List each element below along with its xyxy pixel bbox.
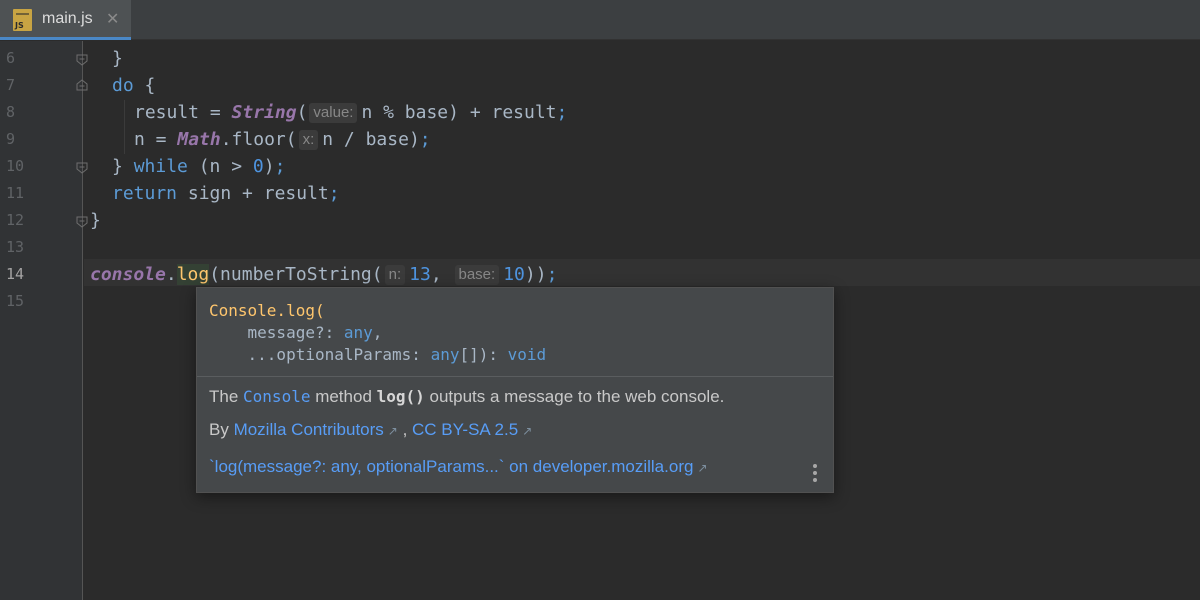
more-options-icon[interactable] (808, 461, 822, 485)
mdn-documentation-link[interactable]: `log(message?: any, optionalParams...` o… (209, 455, 708, 480)
line-number: 10 (6, 157, 25, 175)
license-link[interactable]: CC BY-SA 2.5 (412, 420, 518, 439)
code-line-7[interactable]: do { (112, 72, 155, 99)
line-number: 7 (6, 76, 16, 94)
line-number-gutter: 6 7 8 9 10 11 12 13 14 15 (0, 41, 83, 600)
editor-tab-bar: JS main.js ✕ (0, 0, 1200, 40)
code-line-14[interactable]: console.log(numberToString(n: 13, base: 10… (90, 261, 557, 288)
tab-main-js[interactable]: JS main.js ✕ (0, 0, 131, 40)
parameter-hint: base: (454, 265, 500, 285)
line-number: 15 (6, 292, 25, 310)
line-number: 13 (6, 238, 25, 256)
code-line-12[interactable]: } (90, 207, 101, 234)
close-tab-icon[interactable]: ✕ (106, 9, 119, 28)
description-text: The Console method log() outputs a messa… (209, 387, 725, 406)
line-number: 11 (6, 184, 25, 202)
code-line-10[interactable]: } while (n > 0); (112, 153, 285, 180)
fold-end-icon[interactable] (76, 52, 88, 66)
parameter-hint: n: (384, 265, 406, 285)
external-link-icon: ↗ (522, 424, 533, 438)
external-link-icon: ↗ (387, 424, 398, 438)
code-line-8[interactable]: result = String(value: n % base) + result… (134, 99, 567, 126)
line-number: 8 (6, 103, 16, 121)
javascript-file-icon: JS (13, 9, 32, 31)
external-link-icon: ↗ (697, 461, 708, 475)
popup-divider (197, 376, 833, 377)
line-number-current: 14 (6, 265, 25, 283)
log-identifier[interactable]: log (176, 264, 210, 285)
console-link[interactable]: Console (243, 387, 310, 406)
parameter-hint: x: (298, 130, 319, 150)
function-signature: Console.log( message?: any, ...optionalP… (209, 301, 547, 364)
tab-label: main.js (42, 10, 93, 27)
fold-start-icon[interactable] (76, 79, 88, 93)
parameter-hint: value: (309, 103, 358, 123)
code-line-9[interactable]: n = Math.floor(x: n / base); (134, 126, 431, 153)
quick-documentation-popup: Console.log( message?: any, ...optionalP… (196, 287, 834, 493)
line-number: 6 (6, 49, 16, 67)
line-number: 9 (6, 130, 16, 148)
code-line-6[interactable]: } (112, 45, 123, 72)
mozilla-contributors-link[interactable]: Mozilla Contributors (234, 420, 384, 439)
attribution-line: By Mozilla Contributors ↗ , CC BY-SA 2.5 ↗ (209, 420, 533, 439)
fold-end-icon[interactable] (76, 160, 88, 174)
fold-end-icon[interactable] (76, 214, 88, 228)
line-number: 12 (6, 211, 25, 229)
code-line-11[interactable]: return sign + result; (112, 180, 340, 207)
indent-guide (124, 100, 125, 154)
